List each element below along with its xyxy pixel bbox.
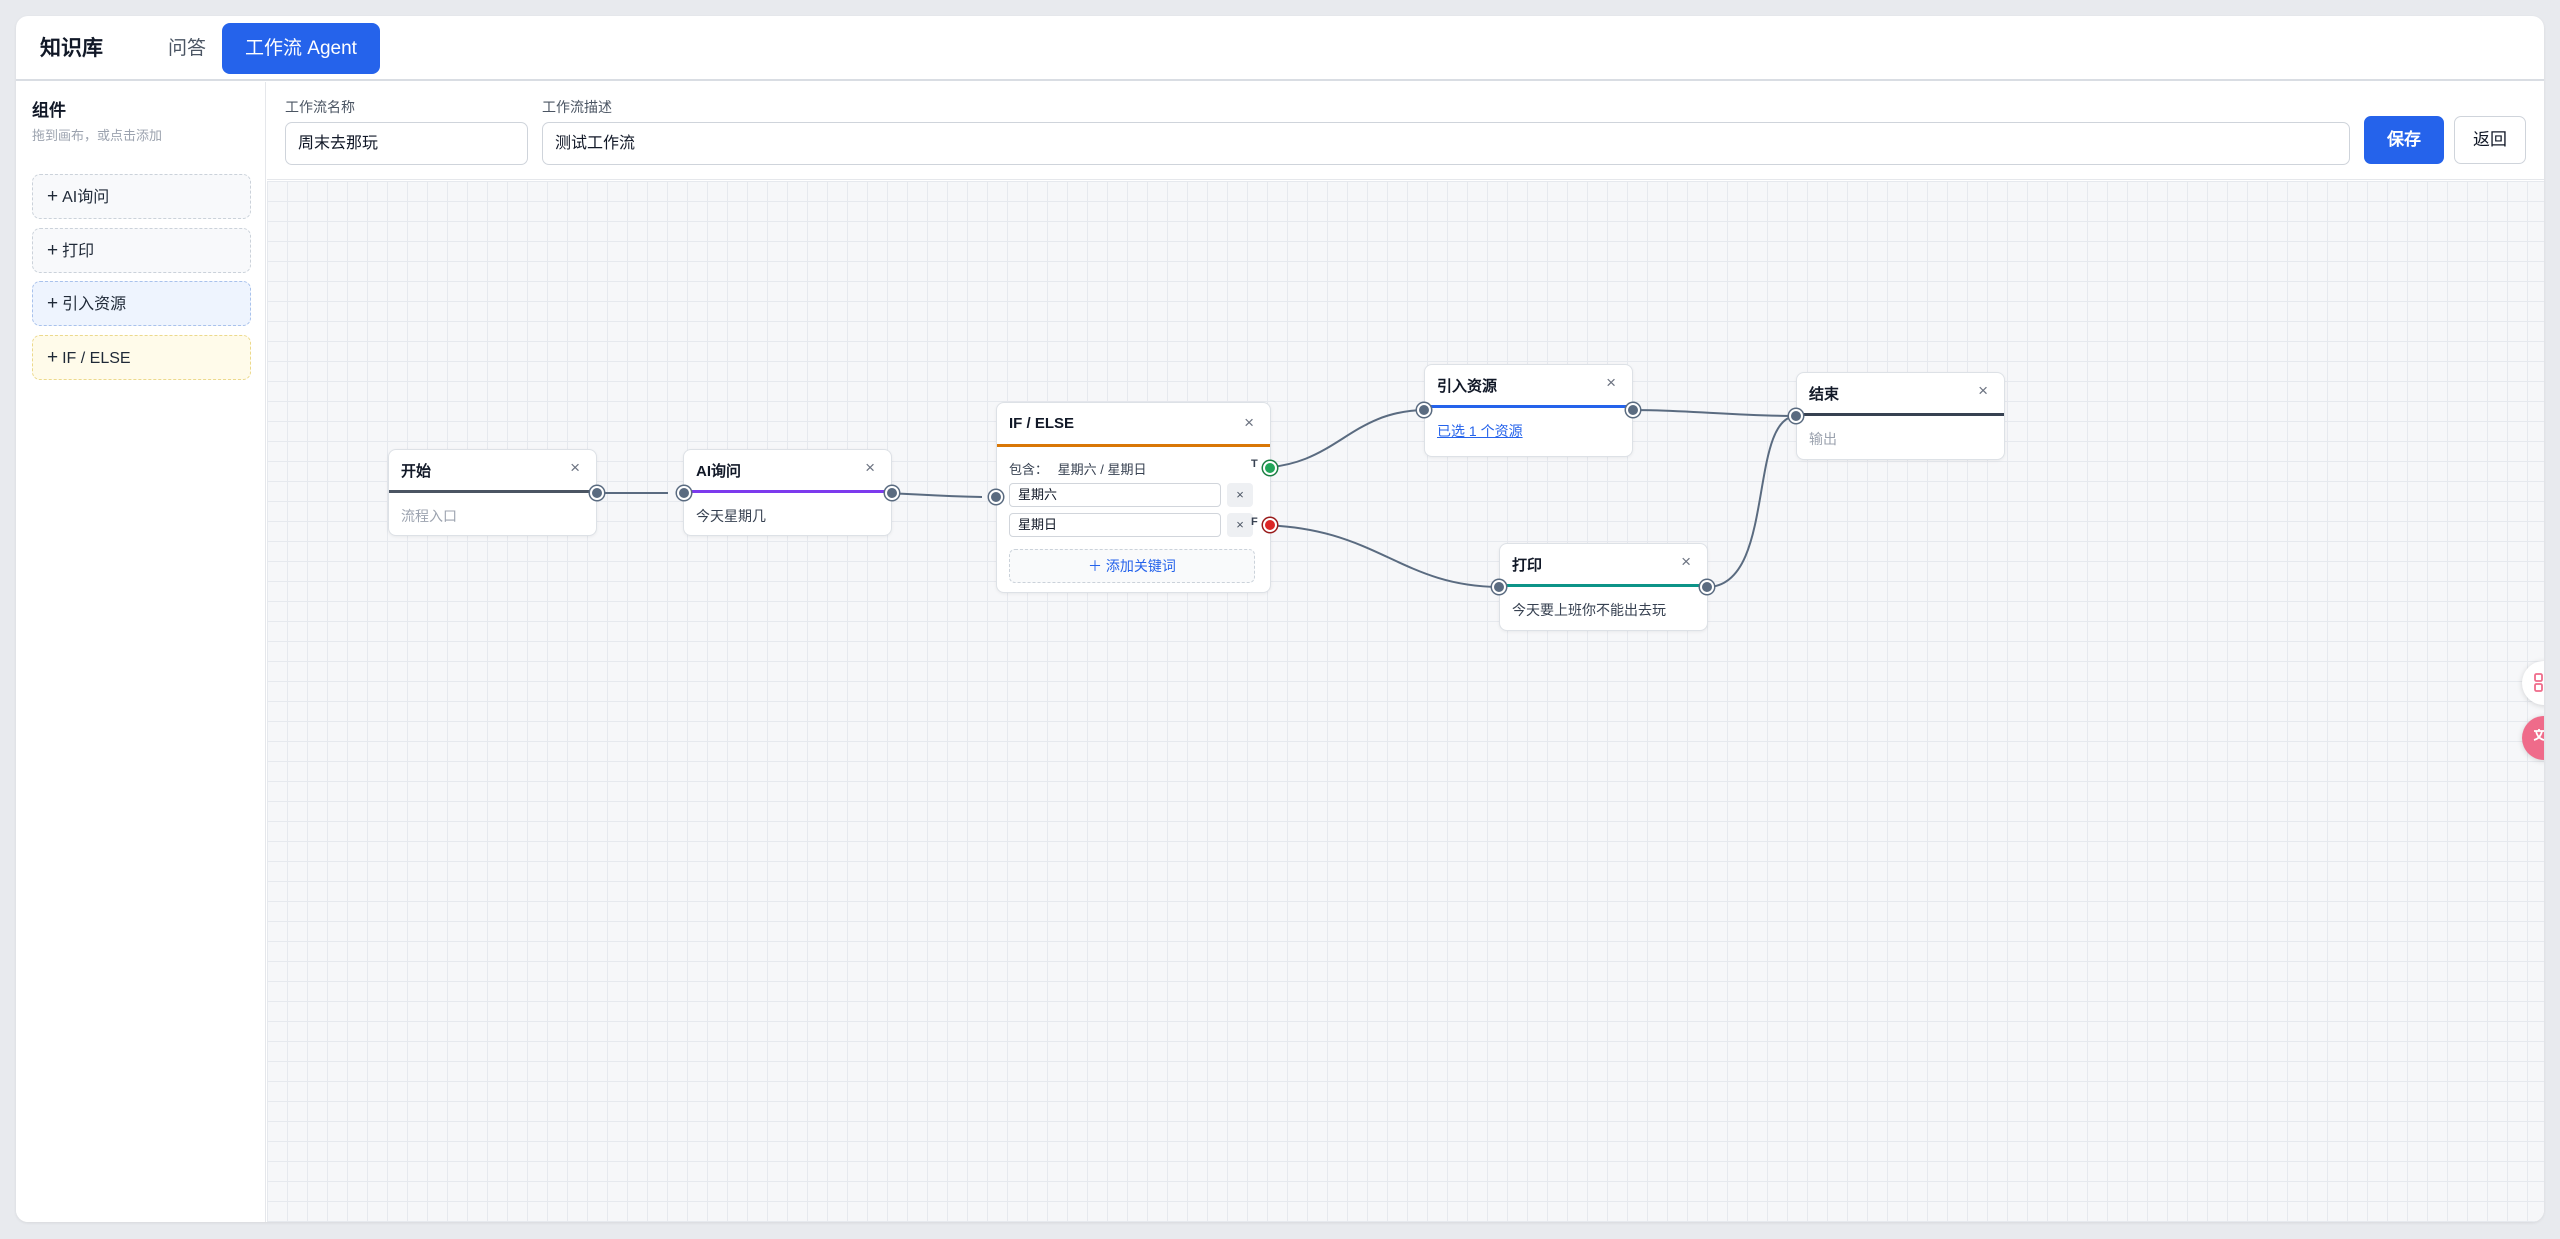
keyword-input[interactable]: 星期日 <box>1009 513 1221 537</box>
port-print-in[interactable] <box>1492 580 1506 594</box>
name-label: 工作流名称 <box>285 99 355 115</box>
save-button[interactable]: 保存 <box>2364 116 2444 164</box>
node-end[interactable]: 结束 × 输出 <box>1796 372 2005 460</box>
plus-icon: + <box>47 186 59 207</box>
port-print-out[interactable] <box>1700 580 1714 594</box>
app-window: 知识库 问答 工作流 Agent 组件 拖到画布，或点击添加 + AI询问 + 打印… <box>16 16 2544 1222</box>
component-if-else[interactable]: + IF / ELSE <box>32 335 251 380</box>
component-resource[interactable]: + 引入资源 <box>32 281 251 326</box>
workflow-canvas[interactable]: 开始 × 流程入口 AI询问 × 今天星期几 IF / ELSE × 包含： 星… <box>267 181 2544 1222</box>
node-title: AI询问 <box>696 463 742 480</box>
port-resource-in[interactable] <box>1417 403 1431 417</box>
translate-icon <box>2533 729 2544 741</box>
keyword-input[interactable]: 星期六 <box>1009 483 1221 507</box>
plus-icon: + <box>47 240 59 261</box>
remove-keyword-button[interactable]: × <box>1227 513 1253 537</box>
selected-resources-link[interactable]: 已选 1 个资源 <box>1437 421 1523 441</box>
close-icon[interactable]: × <box>1606 373 1616 393</box>
plus-icon: + <box>47 293 59 314</box>
edges-layer <box>581 409 1798 588</box>
node-start[interactable]: 开始 × 流程入口 <box>388 449 597 536</box>
node-title: 结束 <box>1809 386 1840 403</box>
node-title: 开始 <box>401 463 432 480</box>
add-keyword-button[interactable]: ＋ 添加关键词 <box>1009 549 1255 583</box>
node-body: 今天星期几 <box>696 508 766 524</box>
node-color-bar <box>389 490 596 493</box>
node-print[interactable]: 打印 × 今天要上班你不能出去玩 <box>1499 543 1708 631</box>
edge-print-end <box>1706 415 1798 588</box>
node-color-bar <box>1425 405 1632 408</box>
contains-label: 包含： <box>1009 462 1049 477</box>
component-label: 打印 <box>62 243 95 260</box>
desc-label: 工作流描述 <box>542 99 612 115</box>
port-ifelse-true[interactable] <box>1263 461 1277 475</box>
component-label: IF / ELSE <box>62 350 131 367</box>
port-ai-out[interactable] <box>885 486 899 500</box>
tab-qa[interactable]: 问答 <box>146 23 228 74</box>
component-label: AI询问 <box>62 189 110 206</box>
back-button[interactable]: 返回 <box>2454 116 2526 164</box>
sidebar-hint: 拖到画布，或点击添加 <box>32 128 163 143</box>
component-label: 引入资源 <box>62 296 127 313</box>
close-icon[interactable]: × <box>865 458 875 478</box>
sidebar-title: 组件 <box>32 101 66 120</box>
plus-icon: + <box>47 347 59 368</box>
component-sidebar: 组件 拖到画布，或点击添加 + AI询问 + 打印 + 引入资源 + IF / ELSE <box>16 82 266 1222</box>
port-ifelse-false[interactable] <box>1263 518 1277 532</box>
close-icon[interactable]: × <box>1681 552 1691 572</box>
false-branch-label: F <box>1251 516 1258 528</box>
edge-resource-end <box>1632 409 1798 417</box>
node-body: 流程入口 <box>401 508 457 524</box>
node-color-bar <box>684 490 891 493</box>
port-ai-in[interactable] <box>677 486 691 500</box>
translate-button[interactable] <box>2522 716 2544 760</box>
port-start-out[interactable] <box>590 486 604 500</box>
close-icon[interactable]: × <box>1244 413 1254 433</box>
workflow-form: 工作流名称 周末去那玩 工作流描述 测试工作流 保存 返回 <box>267 82 2544 180</box>
tab-knowledge-base[interactable]: 知识库 <box>16 23 127 74</box>
tab-workflow-agent[interactable]: 工作流 Agent <box>222 23 380 74</box>
true-branch-label: T <box>1251 458 1258 470</box>
component-print[interactable]: + 打印 <box>32 228 251 273</box>
node-if-else[interactable]: IF / ELSE × 包含： 星期六 / 星期日 星期六 × 星期日 × ＋ … <box>996 402 1271 593</box>
close-icon[interactable]: × <box>570 458 580 478</box>
node-color-bar <box>997 444 1270 447</box>
node-ai-ask[interactable]: AI询问 × 今天星期几 <box>683 449 892 536</box>
node-body: 今天要上班你不能出去玩 <box>1512 602 1666 618</box>
node-resource[interactable]: 引入资源 × 已选 1 个资源 <box>1424 364 1633 457</box>
node-title: 打印 <box>1512 557 1543 574</box>
close-icon[interactable]: × <box>1978 381 1988 401</box>
workflow-desc-input[interactable]: 测试工作流 <box>542 122 2350 165</box>
port-end-in[interactable] <box>1789 409 1803 423</box>
workflow-name-input[interactable]: 周末去那玩 <box>285 122 528 165</box>
contains-value: 星期六 / 星期日 <box>1057 462 1147 477</box>
apps-add-button[interactable] <box>2522 661 2544 705</box>
edge-true-resource <box>1253 409 1426 469</box>
port-ifelse-in[interactable] <box>989 490 1003 504</box>
node-color-bar <box>1500 584 1707 587</box>
port-resource-out[interactable] <box>1626 403 1640 417</box>
apps-add-icon <box>2534 673 2543 692</box>
node-title: 引入资源 <box>1437 378 1498 395</box>
contains-line: 包含： 星期六 / 星期日 <box>1009 459 1146 478</box>
edge-false-print <box>1253 524 1500 588</box>
node-body: 输出 <box>1809 431 1837 447</box>
remove-keyword-button[interactable]: × <box>1227 483 1253 507</box>
top-nav: 知识库 问答 工作流 Agent <box>16 16 2544 81</box>
node-color-bar <box>1797 413 2004 416</box>
component-ai-ask[interactable]: + AI询问 <box>32 174 251 219</box>
node-title: IF / ELSE <box>1009 415 1075 432</box>
